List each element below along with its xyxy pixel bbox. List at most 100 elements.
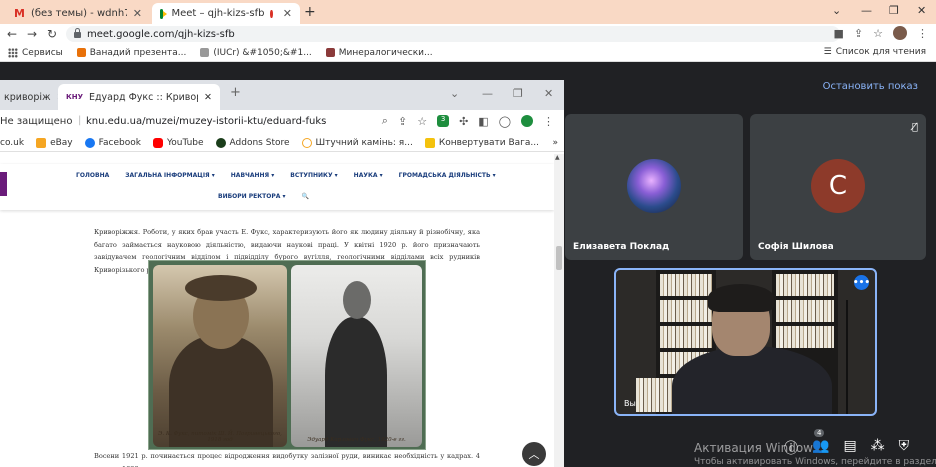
self-video-tile[interactable]: ••• Вы	[614, 268, 877, 416]
nav-item-public[interactable]: ГРОМАДСЬКА ДІЯЛЬНІСТЬ ▾	[399, 172, 496, 179]
participant-tile[interactable]: Елизавета Поклад	[565, 114, 743, 260]
participant-avatar: C	[811, 159, 865, 213]
person-hair	[708, 284, 774, 312]
knu-icon: КНУ	[66, 93, 83, 101]
people-icon[interactable]: 👥 4	[812, 429, 829, 458]
historic-photo: Э. К. Фукс, питомік Ш. Й. Погривецького,…	[148, 260, 426, 450]
maximize-button[interactable]: ❐	[889, 4, 899, 17]
sidepanel-icon[interactable]: ◧	[478, 115, 488, 128]
article-paragraph: Восени 1921 р. починається процес відрод…	[94, 452, 480, 467]
reload-button[interactable]: ↻	[42, 27, 62, 41]
chat-icon[interactable]: ▤	[843, 438, 856, 458]
back-button[interactable]: ←	[2, 27, 22, 41]
inner-tab-active[interactable]: КНУ Едуард Фукс :: Криворізький на ✕	[58, 84, 220, 110]
bookmark-item[interactable]: Штучний камінь: я...	[301, 137, 413, 148]
bookmark-item[interactable]: Ванадий презента...	[76, 47, 187, 58]
info-icon[interactable]: ⓘ	[784, 438, 798, 458]
forward-button[interactable]: →	[22, 27, 42, 41]
minimize-button[interactable]: —	[482, 87, 493, 100]
star-icon[interactable]: ☆	[417, 115, 427, 128]
star-icon[interactable]: ☆	[873, 27, 883, 40]
participant-name: Софія Шилова	[758, 242, 834, 252]
extension-icon[interactable]: 3	[437, 115, 450, 127]
scroll-to-top-button[interactable]: ︿	[522, 442, 546, 466]
converter-icon	[424, 137, 435, 148]
address-input[interactable]: meet.google.com/qjh-kizs-sfb	[66, 26, 840, 42]
new-tab-button[interactable]: +	[230, 85, 241, 100]
close-window-button[interactable]: ✕	[917, 4, 926, 17]
bookmark-item[interactable]: (IUCr) &#1050;&#1...	[200, 48, 312, 58]
bookmark-item[interactable]: YouTube	[152, 137, 204, 148]
chevron-down-icon[interactable]: ⌄	[450, 87, 459, 100]
more-options-icon[interactable]: •••	[853, 275, 870, 290]
close-window-button[interactable]: ✕	[544, 87, 553, 100]
bookmark-item[interactable]: Addons Store	[215, 137, 290, 148]
scrollbar-thumb[interactable]	[556, 246, 562, 270]
nav-item-elections[interactable]: ВИБОРИ РЕКТОРА ▾	[218, 193, 286, 200]
bookmark-item[interactable]: eBay	[36, 137, 73, 148]
site-logo[interactable]	[0, 172, 7, 196]
inner-address-bar: Не защищено | knu.edu.ua/muzei/muzey-ist…	[0, 110, 564, 134]
participant-tile[interactable]: 🎙̸ C Софія Шилова	[750, 114, 926, 260]
more-bookmarks-icon[interactable]: »	[552, 138, 558, 148]
close-tab-icon[interactable]: ✕	[204, 92, 212, 103]
host-controls-icon[interactable]: ⛨	[899, 438, 910, 458]
address-input[interactable]: knu.edu.ua/muzei/muzey-istorii-ktu/eduar…	[86, 116, 326, 127]
nav-item-home[interactable]: ГОЛОВНА	[76, 172, 109, 179]
outer-address-bar: ← → ↻ meet.google.com/qjh-kizs-sfb ■ ⇪ ☆…	[0, 24, 936, 44]
camera-icon[interactable]: ■	[834, 27, 844, 40]
youtube-icon	[152, 137, 163, 148]
share-icon[interactable]: ⇪	[398, 115, 407, 128]
participant-name: Елизавета Поклад	[573, 242, 670, 252]
minimize-button[interactable]: —	[861, 4, 872, 17]
profile-icon[interactable]: ◯	[499, 115, 511, 128]
meet-icon	[160, 8, 169, 19]
puzzle-icon[interactable]: ✣	[459, 115, 468, 128]
nav-item-applicants[interactable]: ВСТУПНИКУ ▾	[290, 172, 337, 179]
books	[776, 300, 834, 322]
nav-item-general[interactable]: ЗАГАЛЬНА ІНФОРМАЦІЯ ▾	[125, 172, 215, 179]
bookmark-item[interactable]: Минералогически...	[325, 48, 433, 58]
outer-tab-gmail[interactable]: M (без темы) - wdnh72@gmail.com ✕	[6, 3, 150, 24]
page-scrollbar[interactable]: ▲	[554, 154, 564, 467]
reading-list-icon: ☰	[823, 47, 832, 57]
photo-caption: Э. К. Фукс, питомік Ш. Й. Погривецького,…	[158, 431, 282, 443]
search-icon[interactable]: ⌕	[382, 114, 388, 128]
profile-avatar[interactable]	[893, 26, 907, 40]
bookmark-item[interactable]: Facebook	[84, 137, 141, 148]
bookmark-label: co.uk	[0, 137, 25, 148]
close-tab-icon[interactable]: ✕	[133, 7, 142, 20]
participant-avatar	[627, 159, 681, 213]
security-warning[interactable]: Не защищено	[0, 116, 72, 127]
globe-icon	[200, 48, 210, 57]
bookmark-item[interactable]: Сервисы	[8, 47, 63, 58]
search-icon[interactable]: 🔍	[302, 193, 309, 200]
lock-icon	[74, 28, 81, 38]
close-tab-icon[interactable]: ✕	[283, 7, 292, 20]
nav-item-study[interactable]: НАВЧАННЯ ▾	[231, 172, 275, 179]
menu-icon[interactable]: ⋮	[917, 27, 928, 40]
scroll-up-arrow[interactable]: ▲	[555, 154, 560, 161]
outer-tab-meet[interactable]: Meet – qjh-kizs-sfb ✕	[152, 3, 300, 24]
stop-presenting-button[interactable]: Остановить показ	[823, 81, 918, 92]
apps-icon	[8, 47, 18, 58]
bookmark-item[interactable]: co.uk	[0, 138, 24, 148]
nav-item-science[interactable]: НАУКА ▾	[354, 172, 383, 179]
bookmark-label: Штучний камінь: я...	[315, 137, 413, 148]
ebay-icon	[36, 137, 47, 148]
addons-icon	[215, 137, 226, 148]
chevron-down-icon[interactable]: ⌄	[832, 4, 841, 17]
inner-tab[interactable]: криворіж ✕	[0, 84, 65, 110]
figure-head	[343, 281, 371, 319]
share-icon[interactable]: ⇪	[854, 27, 863, 40]
bookmark-item[interactable]: Конвертувати Вага...	[424, 137, 539, 148]
tab-label: (без темы) - wdnh72@gmail.com	[30, 8, 127, 19]
activities-icon[interactable]: ⁂	[871, 438, 885, 458]
bookmark-label: Ванадий презента...	[89, 47, 187, 58]
meet-controls: ⓘ 👥 4 ▤ ⁂ ⛨	[784, 429, 910, 458]
new-tab-button[interactable]: +	[304, 4, 316, 20]
reading-list[interactable]: ☰ Список для чтения	[824, 47, 926, 57]
maximize-button[interactable]: ❐	[513, 87, 523, 100]
shield-icon[interactable]	[521, 115, 533, 127]
menu-icon[interactable]: ⋮	[543, 115, 554, 128]
